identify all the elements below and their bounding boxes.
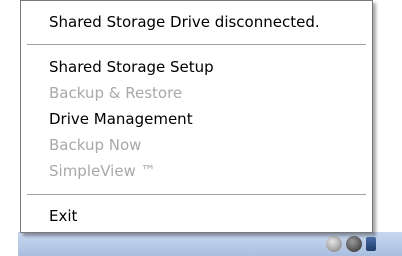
separator	[27, 44, 366, 46]
menu-item-drive-management[interactable]: Drive Management	[49, 109, 193, 129]
context-menu: Shared Storage Drive disconnected. Share…	[20, 0, 373, 233]
status-message: Shared Storage Drive disconnected.	[49, 13, 320, 31]
menu-item-backup-now[interactable]: Backup Now	[49, 135, 141, 155]
menu-item-backup-restore[interactable]: Backup & Restore	[49, 83, 182, 103]
blue-device-icon[interactable]	[366, 237, 376, 251]
system-tray	[318, 232, 402, 256]
gray-circle-icon[interactable]	[326, 236, 342, 252]
menu-item-simpleview[interactable]: SimpleView ™	[49, 161, 156, 181]
dark-circle-icon[interactable]	[346, 236, 362, 252]
separator	[27, 194, 366, 196]
menu-item-exit[interactable]: Exit	[49, 206, 77, 226]
menu-item-shared-storage-setup[interactable]: Shared Storage Setup	[49, 57, 214, 77]
desktop-strip	[380, 0, 402, 236]
